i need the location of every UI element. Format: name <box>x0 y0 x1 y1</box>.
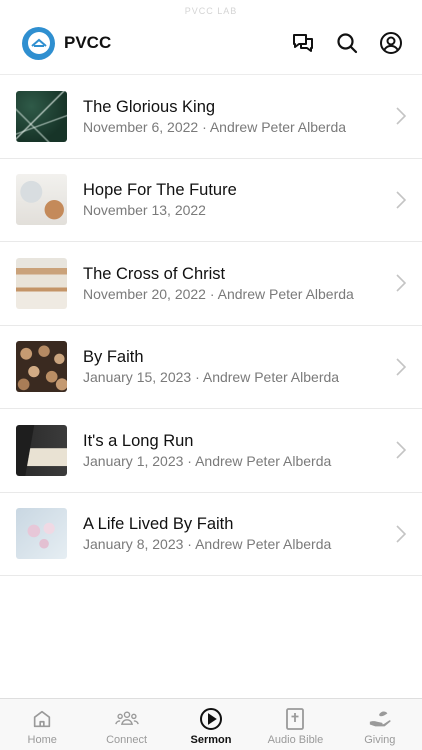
sermon-subtitle: November 13, 2022 <box>83 202 206 219</box>
chevron-right-icon <box>392 107 406 125</box>
sermon-title: By Faith <box>83 348 144 367</box>
tab-home[interactable]: Home <box>0 699 84 750</box>
tab-label: Connect <box>106 734 148 746</box>
search-button[interactable] <box>334 30 360 56</box>
sermon-subtitle: January 8, 2023 · Andrew Peter Alberda <box>83 536 332 553</box>
tab-label: Home <box>27 734 57 746</box>
sermon-subtitle: November 6, 2022 · Andrew Peter Alberda <box>83 118 347 135</box>
logo-mark-icon <box>27 32 50 54</box>
sermon-list: The Glorious King November 6, 2022 · And… <box>0 74 422 576</box>
sermon-thumbnail <box>16 257 67 309</box>
chevron-right-icon <box>392 274 406 292</box>
sermon-title: The Cross of Christ <box>83 264 226 283</box>
chat-icon <box>293 34 313 52</box>
sermon-text: By Faith January 15, 2023 · Andrew Peter… <box>83 347 392 386</box>
sermon-thumbnail <box>16 90 67 142</box>
profile-button[interactable] <box>378 30 404 56</box>
sermon-row[interactable]: By Faith January 15, 2023 · Andrew Peter… <box>0 326 422 409</box>
bible-icon <box>283 707 307 731</box>
tab-audio-bible[interactable]: Audio Bible <box>253 699 337 750</box>
sermon-row[interactable]: It's a Long Run January 1, 2023 · Andrew… <box>0 409 422 493</box>
people-icon <box>114 707 139 731</box>
sermon-text: It's a Long Run January 1, 2023 · Andrew… <box>83 431 392 470</box>
status-text: PVCC LAB <box>184 6 238 16</box>
status-bar: PVCC LAB <box>0 0 422 22</box>
sermon-subtitle: January 1, 2023 · Andrew Peter Alberda <box>83 452 332 469</box>
sermon-row[interactable]: The Glorious King November 6, 2022 · And… <box>0 75 422 159</box>
sermon-subtitle: November 20, 2022 · Andrew Peter Alberda <box>83 285 354 302</box>
header-actions <box>290 30 404 56</box>
app-title: PVCC <box>64 33 112 52</box>
tab-sermon[interactable]: Sermon <box>169 699 253 750</box>
home-icon <box>30 707 54 731</box>
chat-button[interactable] <box>290 30 316 56</box>
giving-icon <box>368 707 392 731</box>
chevron-right-icon <box>392 441 406 459</box>
sermon-row[interactable]: Hope For The Future November 13, 2022 <box>0 159 422 242</box>
sermon-title: Hope For The Future <box>83 181 237 200</box>
tab-giving[interactable]: Giving <box>338 699 422 750</box>
search-icon <box>337 33 358 54</box>
sermon-thumbnail <box>16 508 67 560</box>
profile-icon <box>380 32 402 54</box>
sermon-text: The Glorious King November 6, 2022 · And… <box>83 97 392 136</box>
sermon-text: Hope For The Future November 13, 2022 <box>83 180 392 219</box>
tab-label: Giving <box>364 734 396 746</box>
tab-label: Sermon <box>190 734 232 746</box>
sermon-row[interactable]: The Cross of Christ November 20, 2022 · … <box>0 242 422 326</box>
tab-bar: Home Connect Sermon Audio Bible Giving <box>0 698 422 750</box>
sermon-thumbnail <box>16 341 67 393</box>
sermon-text: The Cross of Christ November 20, 2022 · … <box>83 264 392 303</box>
sermon-title: It's a Long Run <box>83 431 194 450</box>
sermon-title: The Glorious King <box>83 97 216 116</box>
chevron-right-icon <box>392 525 406 543</box>
chevron-right-icon <box>392 358 406 376</box>
play-icon <box>199 707 223 731</box>
sermon-text: A Life Lived By Faith January 8, 2023 · … <box>83 514 392 553</box>
app-logo[interactable] <box>22 26 55 60</box>
sermon-subtitle: January 15, 2023 · Andrew Peter Alberda <box>83 369 340 386</box>
chevron-right-icon <box>392 191 406 209</box>
tab-connect[interactable]: Connect <box>84 699 168 750</box>
sermon-thumbnail <box>16 424 67 476</box>
tab-label: Audio Bible <box>267 734 324 746</box>
sermon-thumbnail <box>16 174 67 226</box>
app-header: PVCC <box>0 22 422 64</box>
sermon-row[interactable]: A Life Lived By Faith January 8, 2023 · … <box>0 493 422 576</box>
sermon-title: A Life Lived By Faith <box>83 515 234 534</box>
